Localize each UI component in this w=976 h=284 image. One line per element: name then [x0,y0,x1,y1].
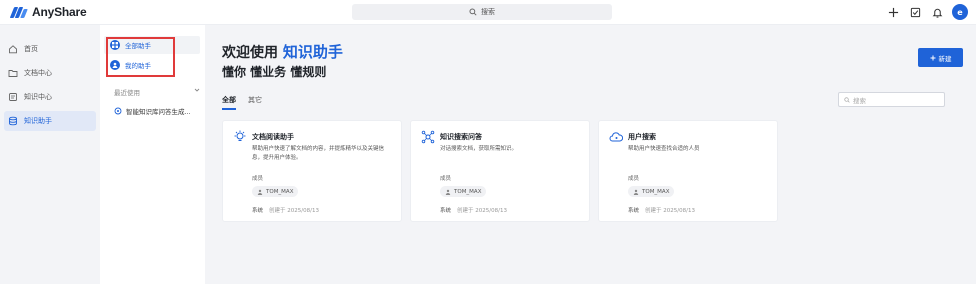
card-title: 知识搜索问答 [440,133,482,141]
primary-nav: 首页 文档中心 知识中心 知识助手 [0,25,100,284]
global-search[interactable]: 搜索 [352,4,612,20]
assistant-search-input[interactable]: 搜索 [838,92,945,107]
home-icon [9,45,17,54]
slogan: 懂你 懂业务 懂规则 [222,65,327,79]
new-assistant-label: 新建 [938,54,952,63]
card-description: 对话搜索文档，获取所需知识。 [440,146,518,152]
app-logo[interactable]: AnyShare [9,5,87,19]
assistant-subnav: 全部助手 我的助手 最近使用 智能知识库问答生成... [100,25,205,284]
nav-item-label: 知识中心 [24,93,52,101]
network-icon [421,130,435,144]
card-footer: 系统 创建于 2025/08/13 [628,206,695,214]
assistant-card[interactable]: 知识搜索问答 对话搜索文档，获取所需知识。 成员 TOM_MAX 系统 创建于 … [410,120,590,222]
user-group-icon [445,189,451,195]
cloud-user-icon [609,132,623,142]
card-footer: 系统 创建于 2025/08/13 [440,206,507,214]
app-name: AnyShare [32,5,87,19]
card-owner: 系统 [440,208,452,214]
chevron-down-icon [194,88,200,92]
welcome-highlight: 知识助手 [282,43,343,61]
bell-icon[interactable] [930,5,944,19]
nav-item-label: 文档中心 [24,69,52,77]
nav-item-assistant[interactable]: 知识助手 [4,111,96,131]
card-owner: 系统 [628,208,640,214]
card-title: 文档阅读助手 [252,133,294,141]
assistant-card[interactable]: 用户搜索 帮助用户快速查找合适的人员 成员 TOM_MAX 系统 创建于 202… [598,120,778,222]
knowledge-icon [9,93,17,101]
user-group-icon [633,189,639,195]
card-title: 用户搜索 [628,133,656,141]
nav-item-label: 知识助手 [24,117,52,125]
member-tag: TOM_MAX [440,186,487,197]
card-created: 创建于 2025/08/13 [269,208,319,214]
card-owner: 系统 [252,208,264,214]
nav-item-knowledge[interactable]: 知识中心 [4,87,96,107]
recent-item-label: 智能知识库问答生成... [126,108,191,116]
assistant-card[interactable]: 文档阅读助手 帮助用户快速了解文档的内容，并提炼精华以及关键信息，提升用户体验。… [222,120,402,222]
member-tag-label: TOM_MAX [266,188,294,195]
card-members-label: 成员 [440,176,452,182]
member-tag-label: TOM_MAX [454,188,482,195]
add-icon[interactable] [886,5,900,19]
member-tag: TOM_MAX [252,186,299,197]
highlight-annotation-box [106,37,175,77]
card-members-label: 成员 [628,176,640,182]
user-group-icon [257,189,263,195]
main-content: 欢迎使用 知识助手 懂你 懂业务 懂规则 新建 全部 其它 搜索 文档阅读助手 … [205,25,976,284]
card-description: 帮助用户快速查找合适的人员 [628,146,700,152]
card-created: 创建于 2025/08/13 [645,208,695,214]
folder-icon [8,70,18,77]
database-icon [9,116,17,126]
tab-all[interactable]: 全部 [222,95,236,110]
anyshare-logo-icon [9,6,28,19]
nav-item-label: 首页 [24,45,38,53]
member-tag-label: TOM_MAX [642,188,670,195]
recent-item[interactable]: 智能知识库问答生成... [114,106,191,116]
member-tag: TOM_MAX [628,186,675,197]
category-tabs: 全部 其它 [222,95,262,110]
top-bar: AnyShare 搜索 e [0,0,976,25]
assistant-icon [114,107,122,115]
card-footer: 系统 创建于 2025/08/13 [252,206,319,214]
new-assistant-button[interactable]: 新建 [918,48,963,67]
welcome-heading: 欢迎使用 知识助手 [222,41,343,62]
bulb-icon [234,130,246,141]
task-icon[interactable] [908,5,922,19]
search-icon [469,8,477,16]
tab-other[interactable]: 其它 [248,95,262,110]
assistant-search-placeholder: 搜索 [853,96,866,105]
recent-header[interactable]: 最近使用 [114,87,200,97]
search-icon [844,96,850,103]
card-description: 帮助用户快速了解文档的内容，并提炼精华以及关键信息，提升用户体验。 [252,146,385,161]
card-created: 创建于 2025/08/13 [457,208,507,214]
welcome-prefix: 欢迎使用 [222,45,278,61]
user-avatar[interactable]: e [952,4,968,20]
card-members-label: 成员 [252,176,264,182]
nav-item-home[interactable]: 首页 [4,39,96,59]
plus-icon [930,55,935,60]
global-search-label: 搜索 [481,8,495,16]
nav-item-documents[interactable]: 文档中心 [4,63,96,83]
recent-header-label: 最近使用 [114,89,140,97]
